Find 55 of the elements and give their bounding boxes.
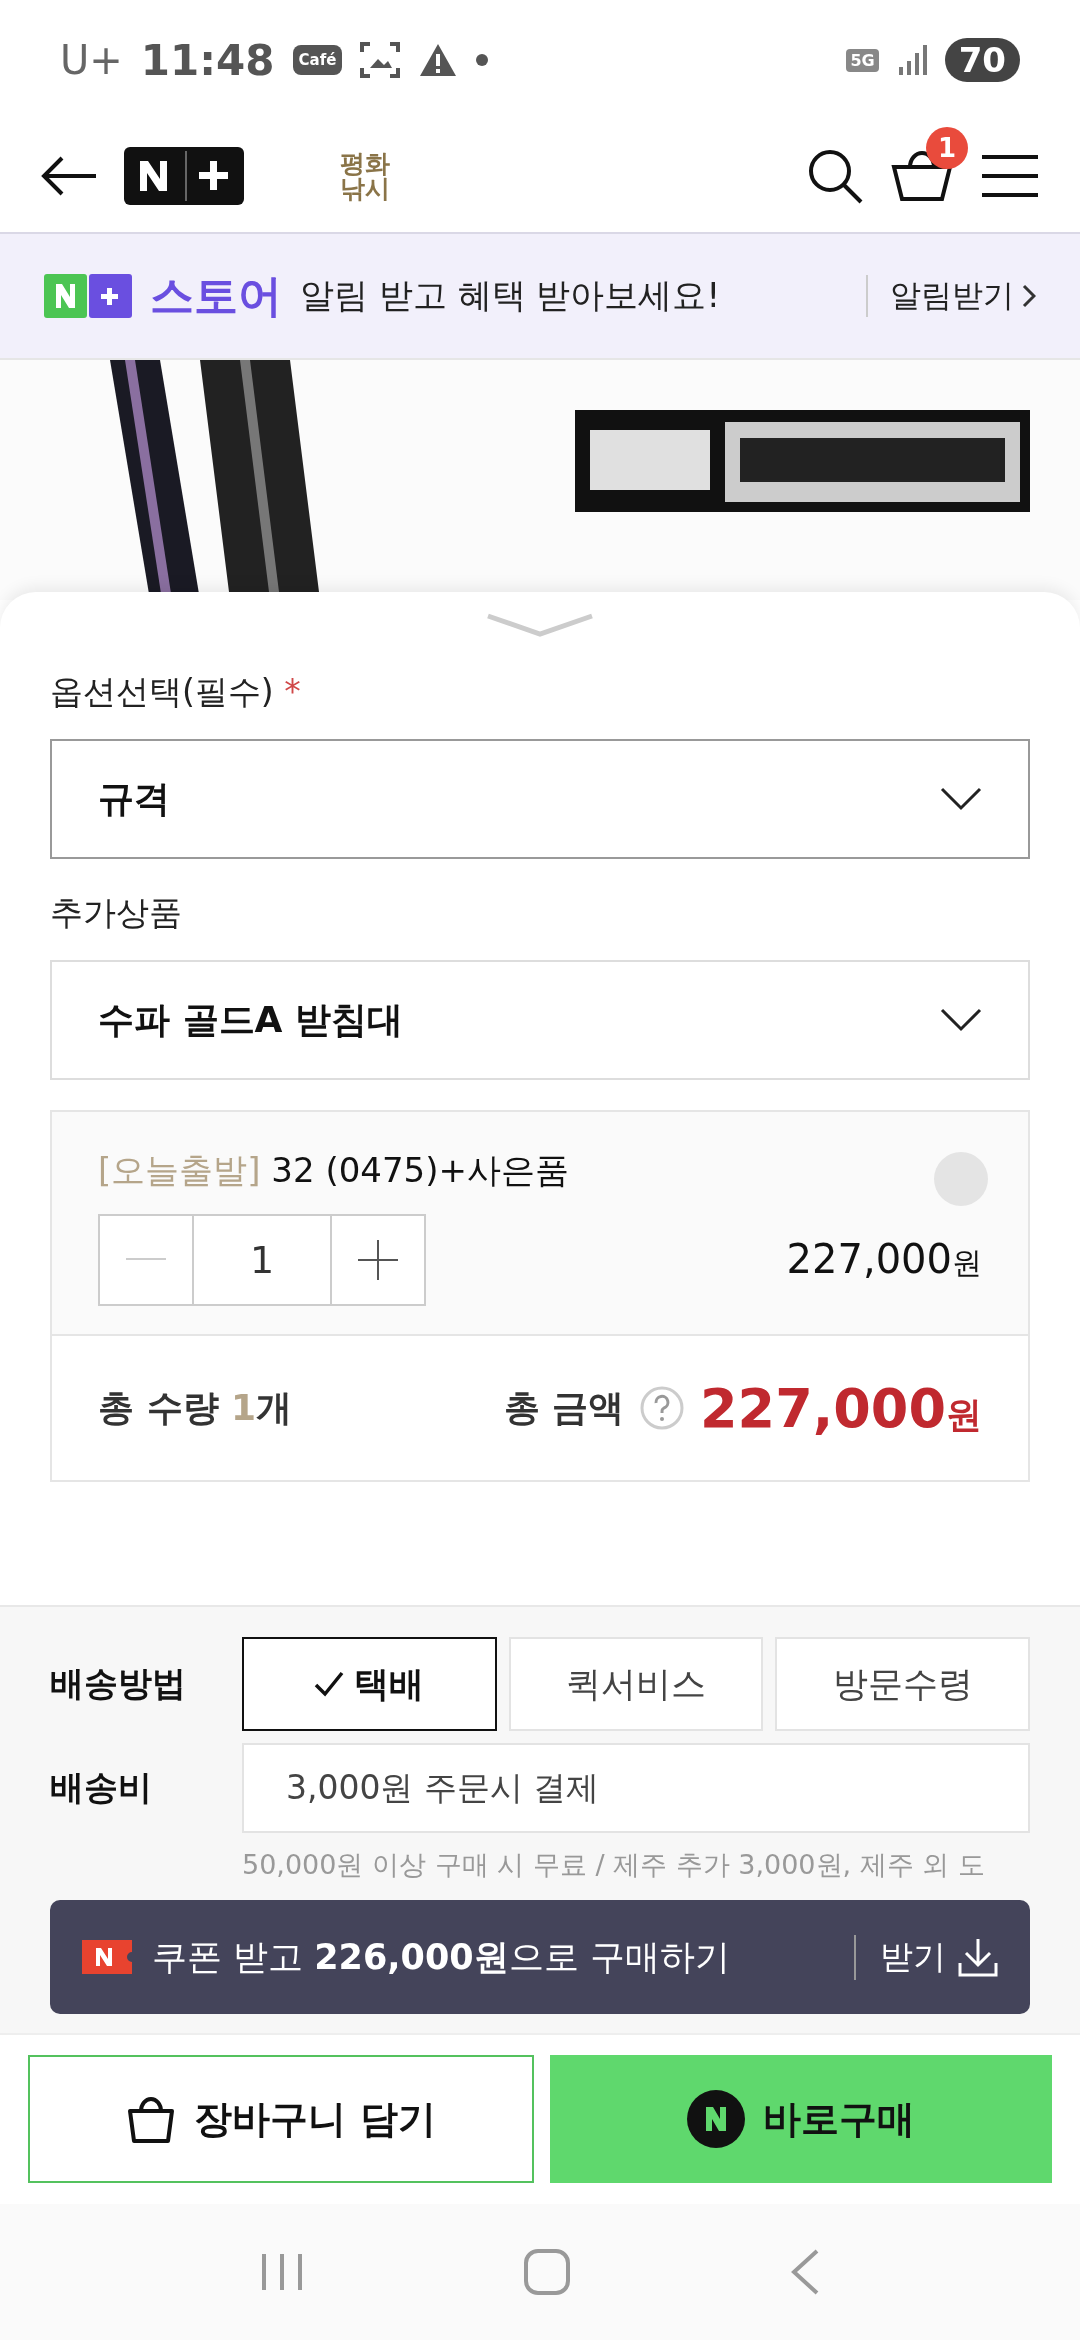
total-amount: 227,000원	[700, 1376, 982, 1440]
shipping-fee-value: 3,000원 주문시 결제	[242, 1743, 1030, 1833]
cart-count-badge: 1	[926, 127, 968, 169]
chevron-icon	[1022, 284, 1036, 308]
collapse-handle-icon[interactable]	[484, 612, 596, 638]
clock: 11:48	[140, 35, 275, 85]
store-brand: 스토어	[150, 268, 282, 323]
network-label: 5G	[846, 48, 879, 72]
screenshot-icon	[360, 42, 401, 78]
store-logo[interactable]: 평화 낚시	[340, 151, 390, 201]
chevron-down-icon	[940, 1008, 982, 1032]
search-icon[interactable]	[806, 147, 864, 205]
coupon-message: 쿠폰 받고 226,000원으로 구매하기	[152, 1935, 731, 1979]
menu-icon[interactable]	[980, 154, 1040, 198]
plus-logo-icon	[44, 274, 132, 318]
plus-logo-icon	[124, 147, 244, 205]
home-icon[interactable]	[523, 2248, 571, 2296]
shipping-note: 50,000원 이상 구매 시 무료 / 제주 추가 3,000원, 제주 외 도	[242, 1848, 986, 1882]
delivery-option[interactable]: 방문수령	[775, 1637, 1030, 1731]
add-to-cart-button[interactable]: 장바구니 담기	[28, 2055, 534, 2183]
total-quantity: 총 수량 1개	[98, 1385, 293, 1430]
coupon-download-link[interactable]: 받기	[854, 1934, 998, 1980]
back-icon[interactable]	[40, 156, 98, 196]
warning-icon	[418, 42, 459, 78]
bag-icon	[126, 2095, 177, 2143]
download-icon	[958, 1937, 998, 1977]
plus-icon	[358, 1240, 398, 1280]
battery-level: 70	[944, 38, 1020, 82]
check-icon	[314, 1671, 345, 1697]
buy-now-button[interactable]: 바로구매	[550, 2055, 1052, 2183]
delivery-option[interactable]: 퀵서비스	[508, 1637, 764, 1731]
delivery-option[interactable]: 택배	[242, 1637, 497, 1731]
chevron-down-icon	[940, 787, 982, 811]
item-price: 227,000원	[786, 1236, 982, 1284]
carrier-label: U+	[60, 37, 123, 83]
notification-badge: Café	[292, 45, 343, 75]
recent-apps-icon[interactable]	[259, 2252, 304, 2292]
option-dropdown[interactable]: 규격	[50, 739, 1030, 859]
coupon-icon	[82, 1940, 132, 1974]
total-amount-label: 총 금액	[503, 1385, 625, 1430]
alert-link[interactable]: 알림받기	[866, 275, 1036, 317]
dot-icon	[476, 54, 489, 66]
brand-n-icon	[687, 2090, 745, 2148]
help-icon[interactable]	[640, 1386, 685, 1430]
coupon-bar[interactable]: 쿠폰 받고 226,000원으로 구매하기 받기	[50, 1900, 1030, 2014]
shipping-fee-label: 배송비	[50, 1766, 153, 1809]
addon-dropdown[interactable]: 수파 골드A 받침대	[50, 960, 1030, 1080]
option-label: 옵션선택(필수) *	[50, 671, 302, 713]
back-nav-icon[interactable]	[790, 2249, 821, 2295]
signal-icon	[896, 45, 927, 75]
delivery-label: 배송방법	[50, 1662, 187, 1705]
minus-icon	[126, 1258, 166, 1262]
banner-message: 알림 받고 혜택 받아보세요!	[300, 274, 721, 317]
item-name: [오늘출발] 32 (0475)+사은품	[98, 1149, 570, 1192]
addon-label: 추가상품	[50, 892, 183, 934]
